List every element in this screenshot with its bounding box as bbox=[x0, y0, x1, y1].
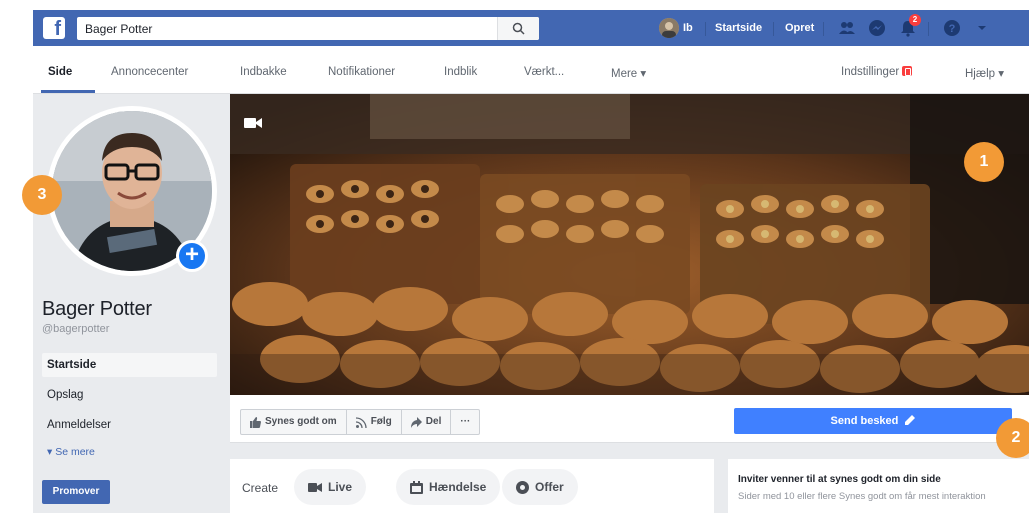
help-question-icon[interactable]: ? bbox=[943, 19, 961, 37]
page-title: Bager Potter bbox=[42, 298, 152, 320]
pencil-icon bbox=[905, 415, 916, 425]
user-name-link[interactable]: Ib bbox=[683, 22, 693, 34]
search-input-value: Bager Potter bbox=[85, 22, 153, 36]
help-link[interactable]: Hjælp ▾ bbox=[965, 66, 1004, 80]
add-photo-plus-icon[interactable]: + bbox=[176, 240, 208, 272]
page-action-bar: Synes godt om Følg Del ··· Send besked bbox=[230, 395, 1029, 443]
page-tabs-bar: Side Annoncecenter Indbakke Notifikation… bbox=[33, 46, 1029, 94]
svg-text:?: ? bbox=[949, 23, 956, 35]
nav-divider bbox=[823, 22, 824, 36]
send-message-button[interactable]: Send besked bbox=[734, 408, 1012, 434]
create-event-button[interactable]: Hændelse bbox=[396, 469, 501, 505]
see-more-link[interactable]: ▾ Se mere bbox=[47, 446, 95, 458]
live-video-icon bbox=[308, 482, 322, 492]
follow-label: Følg bbox=[370, 416, 392, 427]
follow-button[interactable]: Følg bbox=[347, 410, 402, 434]
share-button[interactable]: Del bbox=[402, 410, 452, 434]
more-options-button[interactable]: ··· bbox=[451, 410, 479, 434]
invite-title[interactable]: Inviter venner til at synes godt om din … bbox=[738, 474, 941, 485]
create-offer-button[interactable]: Offer bbox=[502, 469, 578, 505]
create-label: Create bbox=[242, 481, 279, 495]
create-offer-label: Offer bbox=[535, 480, 564, 494]
promote-button[interactable]: Promover bbox=[42, 480, 110, 504]
search-input[interactable]: Bager Potter bbox=[77, 17, 539, 40]
cover-photo[interactable] bbox=[230, 94, 1029, 395]
calendar-icon bbox=[410, 480, 423, 494]
tab-ad-center[interactable]: Annoncecenter bbox=[111, 66, 188, 78]
send-message-label: Send besked bbox=[830, 415, 899, 427]
friend-requests-icon[interactable] bbox=[838, 19, 856, 37]
tab-page[interactable]: Side bbox=[48, 66, 72, 78]
sidebar-item-home[interactable]: Startside bbox=[42, 353, 217, 377]
sidebar-item-reviews[interactable]: Anmeldelser bbox=[42, 413, 217, 437]
nav-divider bbox=[773, 22, 774, 36]
like-label: Synes godt om bbox=[265, 416, 337, 427]
page-actions-group: Synes godt om Følg Del ··· bbox=[240, 409, 481, 435]
offer-tag-icon bbox=[516, 480, 529, 494]
invite-friends-card: Inviter venner til at synes godt om din … bbox=[728, 459, 1029, 513]
callout-marker-3: 3 bbox=[22, 175, 62, 215]
tab-tools[interactable]: Værkt... bbox=[524, 66, 564, 78]
page-username[interactable]: @bagerpotter bbox=[42, 323, 109, 335]
tab-more[interactable]: Mere ▾ bbox=[611, 66, 646, 80]
notification-badge: 2 bbox=[909, 14, 921, 26]
top-navigation-bar: f Bager Potter Ib Startside Opret 2 ? bbox=[33, 10, 1029, 46]
messenger-icon[interactable] bbox=[868, 19, 886, 37]
account-menu-chevron-down-icon[interactable] bbox=[973, 19, 991, 37]
rss-follow-icon bbox=[355, 416, 367, 428]
more-dots-icon: ··· bbox=[460, 416, 471, 427]
user-avatar[interactable] bbox=[659, 18, 679, 38]
thumbs-up-icon bbox=[250, 416, 261, 428]
video-camera-icon[interactable] bbox=[244, 116, 262, 130]
invite-description: Sider med 10 eller flere Synes godt om f… bbox=[738, 491, 986, 502]
search-icon bbox=[512, 22, 525, 35]
like-button[interactable]: Synes godt om bbox=[241, 410, 347, 434]
active-tab-indicator bbox=[41, 90, 95, 93]
facebook-logo-icon[interactable]: f bbox=[43, 17, 65, 39]
chevron-down-icon: ▾ bbox=[47, 446, 56, 458]
settings-label: Indstillinger bbox=[841, 66, 900, 78]
home-link[interactable]: Startside bbox=[715, 22, 762, 34]
sidebar-item-posts[interactable]: Opslag bbox=[42, 383, 217, 407]
create-post-card: Create Live Hændelse Offer bbox=[230, 459, 714, 513]
create-event-label: Hændelse bbox=[429, 480, 487, 494]
nav-divider bbox=[928, 22, 929, 36]
nav-divider bbox=[705, 22, 706, 36]
tab-notifications[interactable]: Notifikationer bbox=[328, 66, 395, 78]
settings-notification-icon bbox=[902, 66, 913, 76]
create-link[interactable]: Opret bbox=[785, 22, 814, 34]
share-label: Del bbox=[425, 416, 442, 427]
tab-insights[interactable]: Indblik bbox=[444, 66, 477, 78]
create-live-label: Live bbox=[328, 480, 353, 494]
settings-link[interactable]: Indstillinger bbox=[841, 66, 913, 78]
tab-inbox[interactable]: Indbakke bbox=[240, 66, 287, 78]
share-arrow-icon bbox=[410, 416, 422, 428]
create-live-button[interactable]: Live bbox=[294, 469, 367, 505]
search-button[interactable] bbox=[497, 17, 539, 40]
see-more-label: Se mere bbox=[55, 446, 95, 458]
callout-marker-2: 2 bbox=[996, 418, 1029, 458]
callout-marker-1: 1 bbox=[964, 142, 1004, 182]
